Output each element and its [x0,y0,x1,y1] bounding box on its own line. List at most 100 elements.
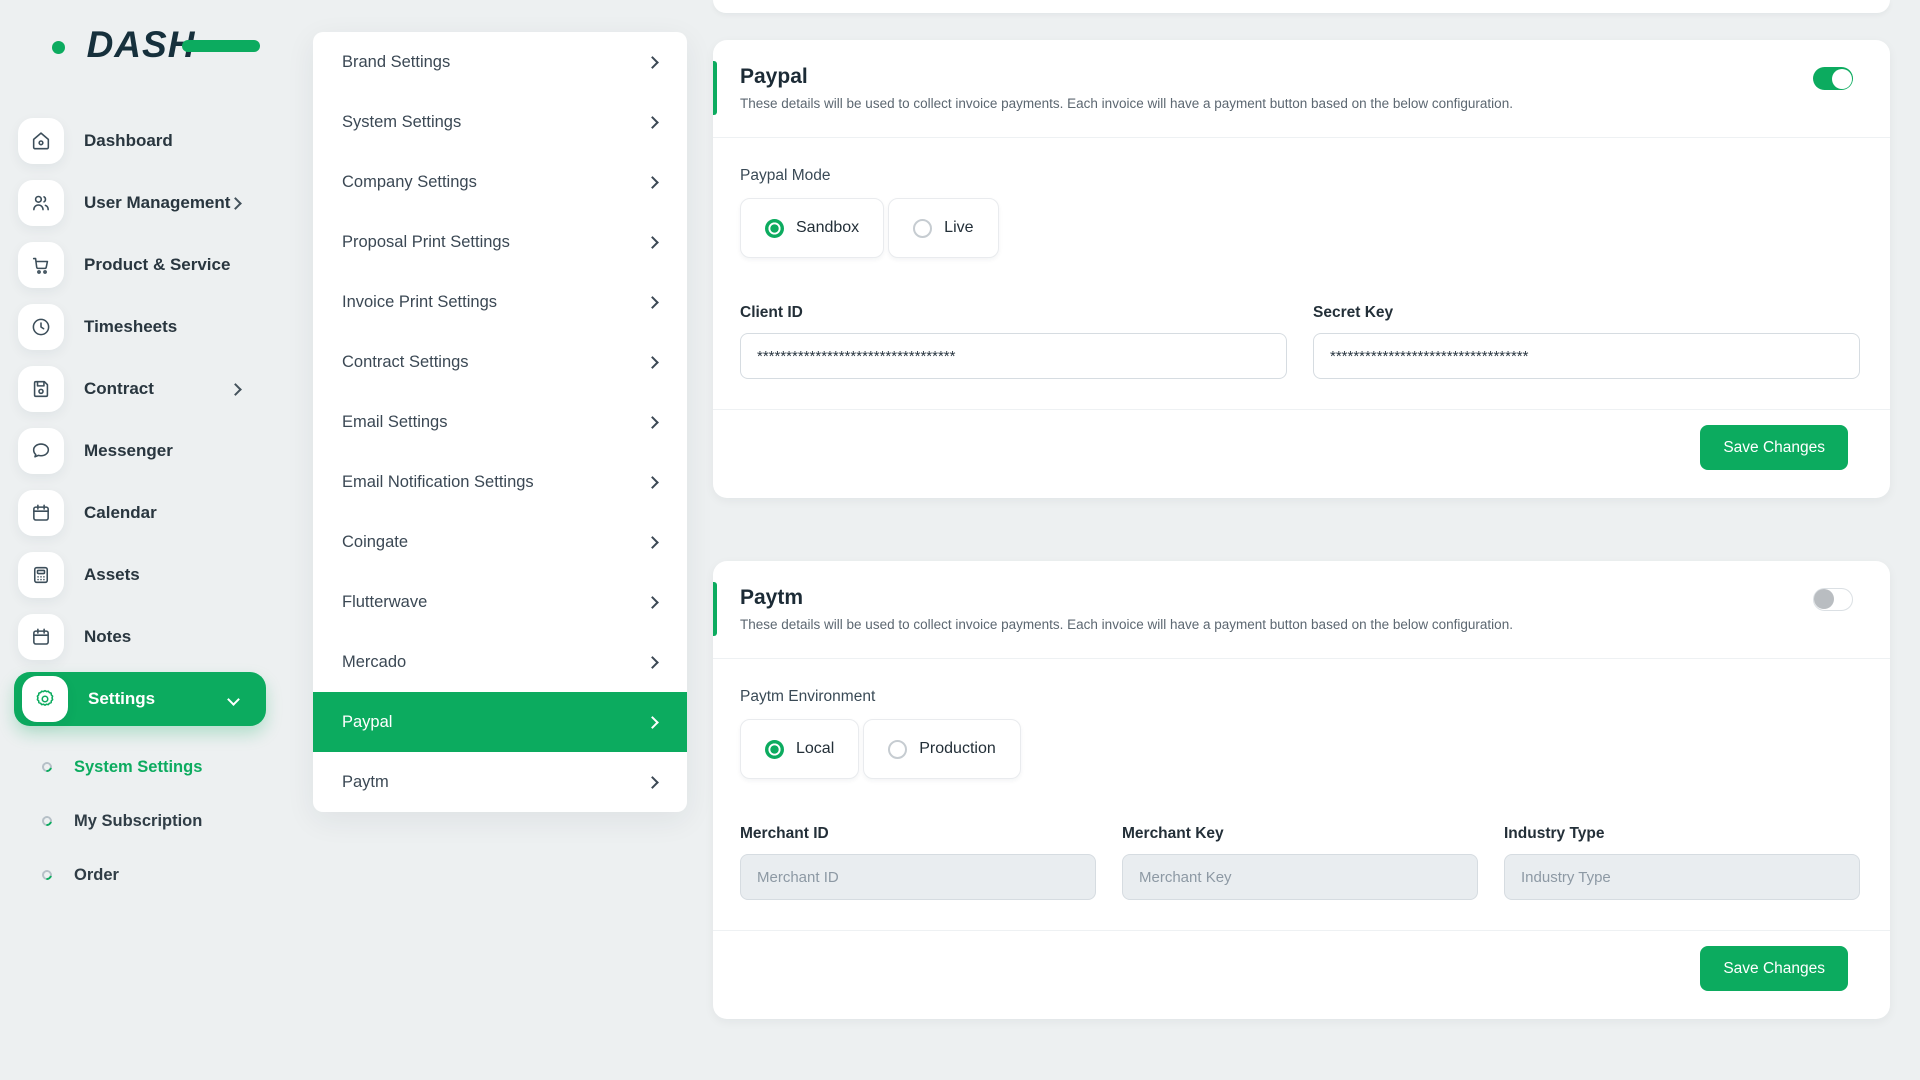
chevron-right-icon [646,116,659,129]
logo-text: DASH [87,24,196,66]
merchant-key-label: Merchant Key [1122,825,1478,843]
paytm-save-button[interactable]: Save Changes [1700,946,1848,991]
sidebar-subitem-my-subscription[interactable]: My Subscription [0,794,282,848]
sidebar-item-label: Calendar [84,503,157,523]
settings-menu-item-label: Company Settings [342,173,477,192]
chevron-right-icon [646,476,659,489]
paypal-mode-option-sandbox[interactable]: Sandbox [740,198,884,258]
home-icon [18,118,64,164]
settings-menu-item-email-settings[interactable]: Email Settings [313,392,687,452]
secret-key-input[interactable] [1313,333,1860,379]
sidebar-subitem-label: My Subscription [74,812,202,831]
radio-option-label: Production [919,740,996,758]
paytm-env-option-local[interactable]: Local [740,719,859,779]
paypal-settings-card: Paypal These details will be used to col… [713,40,1890,498]
bullet-icon [40,814,54,828]
cart-icon [18,242,64,288]
settings-menu-item-paytm[interactable]: Paytm [313,752,687,812]
paypal-fields: Client ID Secret Key [740,304,1860,379]
logo-dot [52,41,65,54]
paypal-card-header: Paypal These details will be used to col… [713,40,1890,137]
chevron-right-icon [646,56,659,69]
settings-menu-item-coingate[interactable]: Coingate [313,512,687,572]
bullet-icon [40,760,54,774]
sidebar-sub-nav: System Settings My Subscription Order [0,740,282,902]
settings-menu-item-contract-settings[interactable]: Contract Settings [313,332,687,392]
sidebar-item-label: Product & Service [84,255,230,275]
sidebar-item-label: Assets [84,565,140,585]
sidebar: DASH Dashboard User Management Product & S… [0,0,282,1080]
settings-menu-item-proposal-print-settings[interactable]: Proposal Print Settings [313,212,687,272]
clock-icon [18,304,64,350]
sidebar-item-assets[interactable]: Assets [0,544,282,606]
settings-menu-item-label: Brand Settings [342,53,450,72]
gear-icon [22,676,68,722]
paypal-save-button[interactable]: Save Changes [1700,425,1848,470]
sidebar-item-settings[interactable]: Settings [14,672,266,726]
sidebar-subitem-label: Order [74,866,119,885]
bullet-icon [40,868,54,882]
settings-menu-item-system-settings[interactable]: System Settings [313,92,687,152]
sidebar-item-timesheets[interactable]: Timesheets [0,296,282,358]
settings-menu-item-label: System Settings [342,113,461,132]
settings-menu-item-label: Proposal Print Settings [342,233,510,252]
paypal-enabled-toggle[interactable] [1813,67,1853,90]
previous-card-bottom-edge [713,0,1890,13]
settings-menu-item-flutterwave[interactable]: Flutterwave [313,572,687,632]
settings-menu-item-label: Invoice Print Settings [342,293,497,312]
merchant-id-input[interactable] [740,854,1096,900]
sidebar-item-calendar[interactable]: Calendar [0,482,282,544]
paytm-enabled-toggle[interactable] [1813,588,1853,611]
chevron-right-icon [229,383,242,396]
secret-key-field-group: Secret Key [1313,304,1860,379]
settings-menu-item-label: Paypal [342,713,392,732]
settings-menu-item-mercado[interactable]: Mercado [313,632,687,692]
green-accent-bar [713,61,717,115]
chevron-right-icon [646,416,659,429]
settings-menu-item-paypal[interactable]: Paypal [313,692,687,752]
sidebar-subitem-order[interactable]: Order [0,848,282,902]
sidebar-item-product-service[interactable]: Product & Service [0,234,282,296]
radio-option-label: Sandbox [796,219,859,237]
chat-icon [18,428,64,474]
sidebar-item-messenger[interactable]: Messenger [0,420,282,482]
sidebar-subitem-system-settings[interactable]: System Settings [0,740,282,794]
chevron-right-icon [646,716,659,729]
chevron-right-icon [646,356,659,369]
paypal-card-body: Paypal Mode Sandbox Live Client ID Secre… [713,138,1890,379]
client-id-input[interactable] [740,333,1287,379]
paytm-environment-options: Local Production [740,719,1860,779]
secret-key-label: Secret Key [1313,304,1860,322]
green-accent-bar [713,582,717,636]
save-icon [18,366,64,412]
sidebar-item-label: Contract [84,379,154,399]
radio-unchecked-icon [888,740,907,759]
sidebar-item-dashboard[interactable]: Dashboard [0,110,282,172]
industry-type-input[interactable] [1504,854,1860,900]
chevron-right-icon [646,536,659,549]
settings-menu-item-label: Flutterwave [342,593,427,612]
settings-menu-item-invoice-print-settings[interactable]: Invoice Print Settings [313,272,687,332]
sidebar-item-label: Dashboard [84,131,173,151]
paypal-mode-option-live[interactable]: Live [888,198,998,258]
settings-menu-item-label: Paytm [342,773,389,792]
paytm-env-option-production[interactable]: Production [863,719,1021,779]
sidebar-item-contract[interactable]: Contract [0,358,282,420]
paytm-card-body: Paytm Environment Local Production Merch… [713,659,1890,900]
settings-menu-item-company-settings[interactable]: Company Settings [313,152,687,212]
industry-type-label: Industry Type [1504,825,1860,843]
app-logo: DASH [56,24,226,66]
merchant-key-input[interactable] [1122,854,1478,900]
sidebar-item-label: Notes [84,627,131,647]
chevron-down-icon [227,693,240,706]
chevron-right-icon [646,656,659,669]
client-id-label: Client ID [740,304,1287,322]
sidebar-item-notes[interactable]: Notes [0,606,282,668]
settings-menu-panel: Brand Settings System Settings Company Set… [313,32,687,812]
settings-menu-item-brand-settings[interactable]: Brand Settings [313,32,687,92]
settings-menu-item-label: Mercado [342,653,406,672]
sidebar-item-user-management[interactable]: User Management [0,172,282,234]
settings-menu-item-label: Coingate [342,533,408,552]
settings-menu-item-email-notification-settings[interactable]: Email Notification Settings [313,452,687,512]
chevron-right-icon [646,296,659,309]
